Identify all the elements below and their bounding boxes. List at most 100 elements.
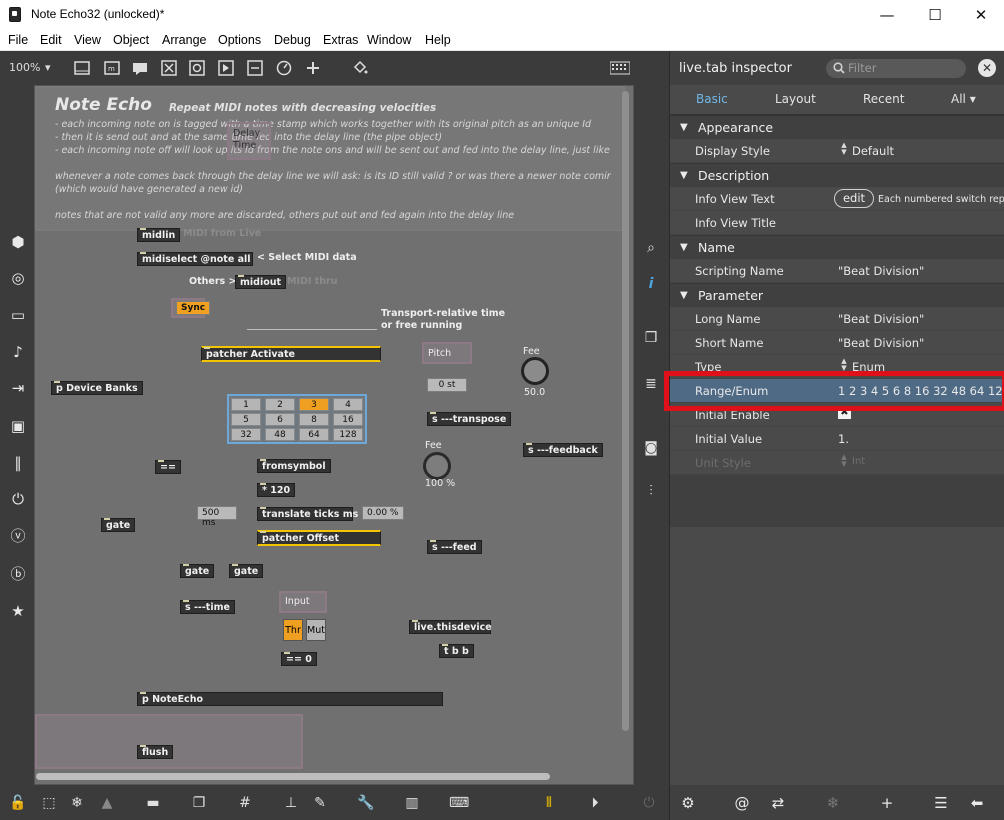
music-note-icon[interactable]: ♪ [9, 343, 27, 361]
s-time-object[interactable]: s ---time [180, 600, 235, 614]
warning-icon[interactable]: ▲ [98, 794, 116, 812]
updown-arrows-icon[interactable]: ▲ ▼ [840, 142, 848, 158]
keyboard-grid-icon[interactable] [610, 60, 630, 76]
s-feed-object[interactable]: s ---feed [427, 540, 482, 554]
power-icon[interactable]: ⏻ [640, 794, 658, 812]
patcher-canvas[interactable]: Note Echo Repeat MIDI notes with decreas… [34, 85, 634, 785]
mute-button[interactable]: Mut [306, 619, 326, 641]
camera-icon[interactable]: ◙ [642, 439, 660, 457]
debug-probe-icon[interactable]: ✎ [311, 794, 329, 812]
menu-debug[interactable]: Debug [274, 33, 311, 47]
plug-icon[interactable]: ⏻ [9, 490, 27, 508]
comment-icon[interactable] [132, 60, 148, 76]
presentation-icon[interactable] [74, 60, 90, 76]
patcher-offset-object[interactable]: patcher Offset [257, 530, 381, 546]
dial-icon[interactable] [276, 60, 292, 76]
arrows-swap-icon[interactable]: ⇄ [768, 794, 788, 812]
media-icon[interactable]: ▭ [9, 306, 27, 324]
tab-cell[interactable]: 4 [333, 398, 363, 411]
info-icon[interactable]: i [642, 275, 660, 293]
menu-icon[interactable]: ☰ [931, 794, 951, 812]
prop-info-view-title[interactable]: Info View Title [670, 211, 1004, 235]
menu-edit[interactable]: Edit [40, 33, 62, 47]
zoom-level[interactable]: 100% [9, 61, 40, 74]
tab-cell[interactable]: 48 [265, 428, 295, 441]
mixer-sliders-icon[interactable]: ⫶ [642, 482, 660, 500]
section-appearance[interactable]: ▼ Appearance [670, 115, 1004, 139]
back-arrow-icon[interactable]: ⬅ [967, 794, 987, 812]
keyboard-icon[interactable]: ⌨ [449, 794, 469, 812]
vizzie-icon[interactable]: ⓥ [9, 527, 27, 545]
section-description[interactable]: ▼ Description [670, 163, 1004, 187]
image-icon[interactable]: ▣ [9, 417, 27, 435]
percent-number-box[interactable]: 0.00 % [362, 506, 404, 520]
section-name[interactable]: ▼ Name [670, 235, 1004, 259]
tab-recent[interactable]: Recent [863, 92, 904, 106]
gate-object-3[interactable]: gate [229, 564, 264, 578]
beap-icon[interactable]: ⓑ [9, 565, 27, 583]
maximize-button[interactable]: ☐ [912, 0, 958, 30]
tab-cell[interactable]: 8 [299, 413, 329, 426]
message-icon[interactable] [218, 60, 234, 76]
menu-object[interactable]: Object [113, 33, 149, 47]
tab-cell-selected[interactable]: 3 [299, 398, 329, 411]
gate-object-2[interactable]: gate [180, 564, 215, 578]
reference-book-icon[interactable]: ❒ [642, 329, 660, 347]
object-box-icon[interactable]: m [104, 60, 120, 76]
device-banks-object[interactable]: p Device Banks [51, 381, 143, 395]
search-icon[interactable]: ⌕ [642, 239, 660, 257]
menu-extras[interactable]: Extras [323, 33, 358, 47]
feedback-dial[interactable] [521, 357, 549, 385]
tab-layout[interactable]: Layout [775, 92, 816, 106]
noteecho-object[interactable]: p NoteEcho [137, 692, 443, 706]
feed-dial[interactable] [423, 452, 451, 480]
tab-cell[interactable]: 5 [231, 413, 261, 426]
thru-button[interactable]: Thr [283, 619, 303, 641]
slider-icon[interactable] [247, 60, 263, 76]
menu-arrange[interactable]: Arrange [162, 33, 206, 47]
midiselect-object[interactable]: midiselect @note all [137, 252, 253, 266]
minimize-button[interactable]: — [864, 0, 910, 30]
add-icon[interactable]: + [877, 794, 897, 812]
edit-button[interactable]: edit [834, 189, 874, 208]
star-icon[interactable]: ★ [9, 602, 27, 620]
tab-all[interactable]: All ▾ [951, 92, 976, 106]
ms-number-box[interactable]: 500 ms [197, 506, 237, 528]
play-icon[interactable]: ⏵ [586, 794, 604, 812]
gate-object-1[interactable]: gate [101, 518, 136, 532]
prop-scripting-name[interactable]: Scripting Name "Beat Division" [670, 259, 1004, 283]
filter-input[interactable]: Filter [826, 59, 966, 78]
zoom-dropdown-icon[interactable]: ▾ [45, 61, 51, 74]
tab-cell[interactable]: 6 [265, 413, 295, 426]
wrench-icon[interactable]: 🔧 [357, 794, 375, 812]
speaker-icon[interactable]: ◎ [9, 269, 27, 287]
lock-icon[interactable]: 🔓 [9, 794, 27, 812]
pitch-number-box[interactable]: 0 st [427, 378, 467, 392]
tab-cell[interactable]: 2 [265, 398, 295, 411]
audio-routing-icon[interactable]: ⇥ [9, 379, 27, 397]
add-object-icon[interactable] [305, 60, 321, 76]
vertical-scrollbar[interactable] [622, 91, 629, 731]
prop-display-style[interactable]: Display Style ▲ ▼ Default [670, 139, 1004, 163]
menu-help[interactable]: Help [425, 33, 451, 47]
tbb-object[interactable]: t b b [439, 644, 474, 658]
at-sign-icon[interactable]: @ [732, 794, 752, 812]
menu-file[interactable]: File [8, 33, 28, 47]
toggle-icon[interactable] [161, 60, 177, 76]
tab-cell[interactable]: 64 [299, 428, 329, 441]
package-icon[interactable]: ⬢ [9, 233, 27, 251]
horizontal-scrollbar[interactable] [36, 773, 550, 780]
piano-keys-icon[interactable]: ▥ [403, 794, 421, 812]
s-transpose-object[interactable]: s ---transpose [427, 412, 512, 426]
list-icon[interactable]: ≣ [642, 375, 660, 393]
tab-cell[interactable]: 32 [231, 428, 261, 441]
menu-options[interactable]: Options [218, 33, 261, 47]
prop-initial-value[interactable]: Initial Value 1. [670, 427, 1004, 451]
sync-button[interactable]: Sync [176, 301, 211, 315]
snowflake-icon[interactable]: ❄ [68, 794, 86, 812]
patcher-activate-object[interactable]: patcher Activate [201, 346, 381, 362]
snowflake-icon[interactable]: ❄ [823, 794, 843, 812]
times-120-object[interactable]: * 120 [257, 483, 296, 497]
paint-bucket-icon[interactable] [352, 60, 368, 76]
subpatch-icon[interactable]: ❐ [190, 794, 208, 812]
